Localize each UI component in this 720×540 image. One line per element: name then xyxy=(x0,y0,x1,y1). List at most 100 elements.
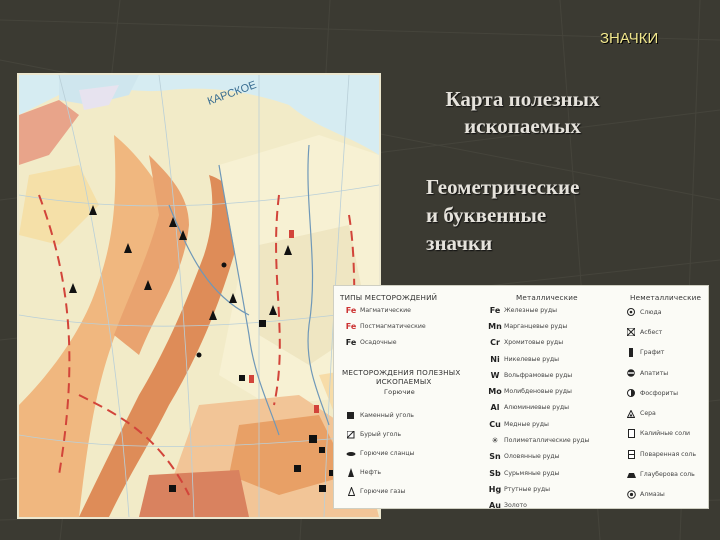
cross-icon xyxy=(622,328,640,337)
legend-nonmetal-label: Фосфориты xyxy=(640,389,679,397)
legend-types-header: ТИПЫ МЕСТОРОЖДЕНИЙ xyxy=(340,293,438,302)
slide-subtitle: Геометрические и буквенные значки xyxy=(426,173,646,257)
legend-types-list: Fe Магматические Fe Постмагматические Fe… xyxy=(342,302,426,351)
legend-fuel-label: Бурый уголь xyxy=(360,431,402,438)
legend-metal-label: Золото xyxy=(504,502,527,510)
hatched-square-icon xyxy=(342,430,360,439)
legend-metal-label: Хромитовые руды xyxy=(504,339,564,347)
legend-nonmetal-label: Асбест xyxy=(640,328,663,336)
legend-nonmetal-label: Слюда xyxy=(640,308,662,316)
circle-half-icon xyxy=(622,389,640,398)
legend-metal-label: Алюминиевые руды xyxy=(504,404,570,412)
legend-nonmetal-item: Сера xyxy=(622,403,696,423)
legend-metal-item: Au Золото xyxy=(486,498,589,514)
legend-fuel-list: Каменный уголь Бурый уголь Горючие сланц… xyxy=(342,406,414,501)
circle-dot-icon xyxy=(622,308,640,317)
legend-metal-symbol: Cu xyxy=(489,419,501,429)
legend-type-symbol: Fe xyxy=(345,321,357,331)
legend-nonmetal-label: Алмазы xyxy=(640,491,665,499)
legend-metal-label: Вольфрамовые руды xyxy=(504,371,573,379)
legend-metal-symbol: Cr xyxy=(490,338,500,348)
legend-nonmetal-item: Апатиты xyxy=(622,363,696,383)
legend-metal-label: Марганцевые руды xyxy=(504,322,568,330)
legend-nonmetal-item: Калийные соли xyxy=(622,424,696,444)
legend-metal-symbol: Mo xyxy=(488,387,502,397)
legend-metal-symbol: Sb xyxy=(489,468,501,478)
legend-type-item: Fe Осадочные xyxy=(342,335,426,351)
legend-fuel-label: Горючие газы xyxy=(360,488,406,495)
drop-icon xyxy=(342,468,360,477)
map-drawing: КАРСКОЕ xyxy=(19,75,379,517)
legend-metal-label: Ртутные руды xyxy=(504,485,551,493)
slide-title: Карта полезных ископаемых xyxy=(445,87,600,138)
legend-metal-item: Ni Никелевые руды xyxy=(486,351,589,367)
legend-fuel-item: Бурый уголь xyxy=(342,425,414,444)
subtitle-line: значки xyxy=(426,231,493,255)
legend-type-symbol: Fe xyxy=(345,305,357,315)
legend-type-label: Магматические xyxy=(360,306,411,314)
legend-metal-item: Mn Марганцевые руды xyxy=(486,318,589,334)
legend-nonmetal-label: Поваренная соль xyxy=(640,450,696,458)
legend-fuel-label: Нефть xyxy=(360,469,382,476)
legend-nonmetal-label: Графит xyxy=(640,349,665,357)
legend-metal-symbol: Al xyxy=(490,403,500,413)
legend-deposits-header-line2: ИСКОПАЕМЫХ xyxy=(376,377,432,386)
rect-outline-icon xyxy=(622,429,640,439)
circle-bar-icon xyxy=(622,369,640,377)
legend-type-label: Осадочные xyxy=(360,339,397,347)
legend-nonmetal-item: Алмазы xyxy=(622,485,696,505)
legend-nonmetal-label: Апатиты xyxy=(640,369,669,377)
rect-outline-icon xyxy=(622,449,640,459)
legend-nonmetal-header: Неметаллические xyxy=(630,293,702,302)
leaf-icon xyxy=(342,451,360,457)
legend-metal-symbol: W xyxy=(490,370,500,380)
legend-metal-item: Fe Железные руды xyxy=(486,302,589,318)
legend-deposits-header-line1: МЕСТОРОЖДЕНИЯ ПОЛЕЗНЫХ xyxy=(342,368,461,377)
legend-metal-item: Cr Хромитовые руды xyxy=(486,335,589,351)
legend-metal-item: Mo Молибденовые руды xyxy=(486,383,589,399)
map-legend: ТИПЫ МЕСТОРОЖДЕНИЙ Fe Магматические Fe П… xyxy=(333,285,709,510)
legend-fuel-item: Горючие газы xyxy=(342,482,414,501)
legend-metal-header: Металлические xyxy=(516,293,578,302)
legend-metal-item: W Вольфрамовые руды xyxy=(486,367,589,383)
legend-type-symbol: Fe xyxy=(345,338,357,348)
legend-metal-symbol: Au xyxy=(489,501,501,511)
triangle-outline-icon xyxy=(342,487,360,496)
bar-icon xyxy=(622,348,640,358)
legend-metal-symbol: Mn xyxy=(488,321,502,331)
legend-metal-label: Никелевые руды xyxy=(504,355,560,363)
legend-metal-symbol: Fe xyxy=(489,305,501,315)
legend-type-item: Fe Постмагматические xyxy=(342,318,426,334)
square-icon xyxy=(342,411,360,420)
legend-nonmetal-item: Поваренная соль xyxy=(622,444,696,464)
legend-fuel-item: Нефть xyxy=(342,463,414,482)
legend-metal-list: Fe Железные руды Mn Марганцевые руды Cr Хро… xyxy=(486,302,589,514)
legend-nonmetal-label: Глауберова соль xyxy=(640,471,695,479)
legend-type-label: Постмагматические xyxy=(360,322,426,330)
legend-type-item: Fe Магматические xyxy=(342,302,426,318)
legend-metal-label: Оловянные руды xyxy=(504,453,560,461)
star-circle-icon xyxy=(622,490,640,500)
slide-corner-label: ЗНАЧКИ xyxy=(600,30,659,47)
legend-nonmetal-label: Сера xyxy=(640,410,656,418)
legend-metal-label: Молибденовые руды xyxy=(504,388,572,396)
subtitle-line: и буквенные xyxy=(426,203,547,227)
legend-metal-label: Сурьмяные руды xyxy=(504,469,560,477)
legend-metal-symbol: Hg xyxy=(488,484,502,494)
legend-metal-symbol: Sn xyxy=(489,452,501,462)
legend-fuel-label: Горючие сланцы xyxy=(360,450,415,457)
polymetal-icon: ✳ xyxy=(491,436,499,446)
legend-nonmetal-item: Глауберова соль xyxy=(622,464,696,484)
mineral-resources-map: КАРСКОЕ xyxy=(17,73,381,519)
legend-fuel-header: Горючие xyxy=(384,388,416,396)
legend-metal-item: Cu Медные руды xyxy=(486,416,589,432)
legend-fuel-item: Горючие сланцы xyxy=(342,444,414,463)
legend-nonmetal-list: Слюда Асбест Графит Апатиты Фосфориты Се… xyxy=(622,302,696,505)
legend-metal-item: ✳ Полиметаллические руды xyxy=(486,432,590,448)
subtitle-line: Геометрические xyxy=(426,175,580,199)
legend-nonmetal-item: Асбест xyxy=(622,322,696,342)
legend-nonmetal-item: Графит xyxy=(622,343,696,363)
legend-nonmetal-item: Слюда xyxy=(622,302,696,322)
legend-metal-item: Hg Ртутные руды xyxy=(486,481,589,497)
mound-icon xyxy=(622,471,640,479)
